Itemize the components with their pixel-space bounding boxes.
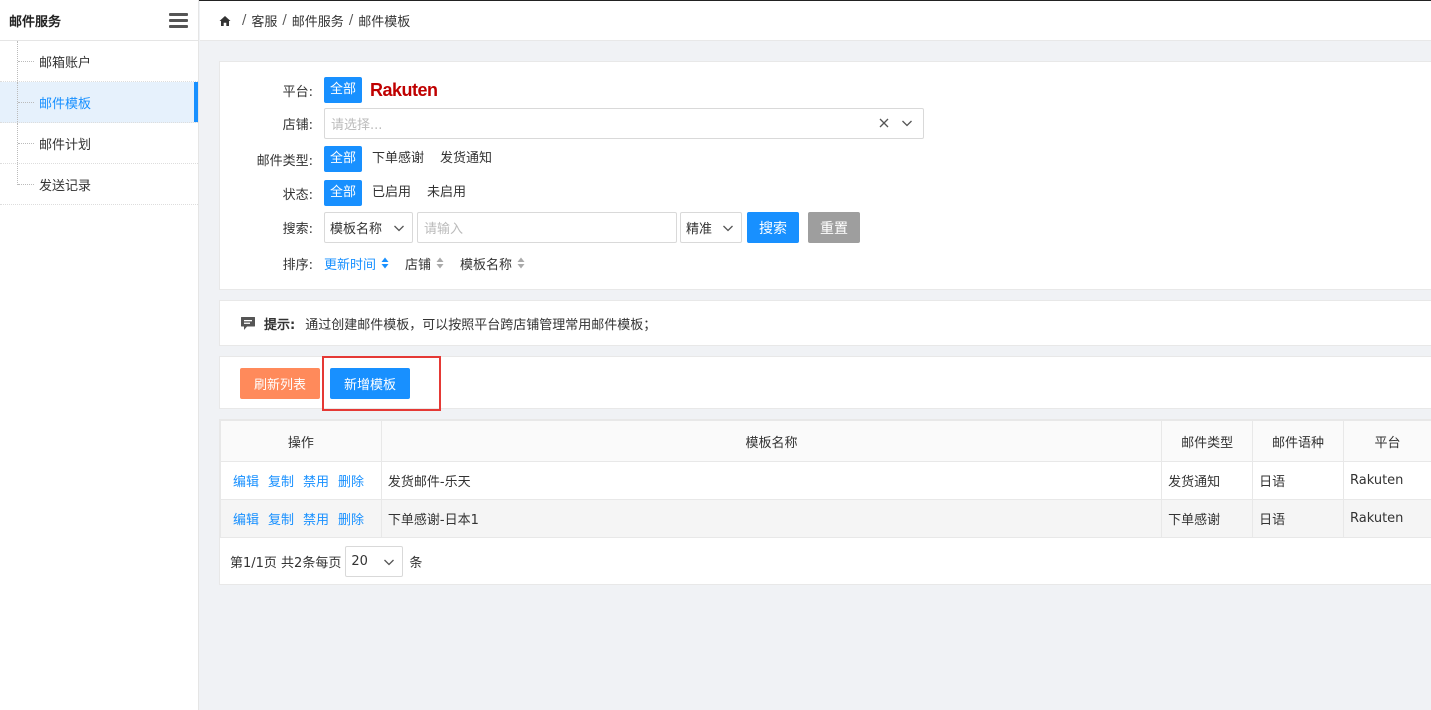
breadcrumb: / 客服 / 邮件服务 / 邮件模板 [200, 1, 1431, 41]
shop-select[interactable]: 请选择... [324, 107, 924, 139]
breadcrumb-current: 邮件模板 [358, 15, 411, 30]
filter-label: 平台: [282, 84, 313, 100]
search-filter: 搜索: 模板名称 请输入 精准 搜索 重置 [220, 212, 860, 243]
mail-type-option-shipping[interactable]: 发货通知 [434, 146, 498, 172]
sidebar-item-label: 邮箱账户 [39, 55, 92, 71]
platform-filter: 平台: 全部 Rakuten [220, 76, 438, 104]
clear-icon[interactable] [877, 116, 891, 130]
template-name-cell: 下单感谢-日本1 [380, 499, 1163, 538]
chevron-down-icon [384, 559, 395, 565]
filter-label: 店铺: [282, 117, 313, 133]
disable-link[interactable]: 禁用 [303, 513, 329, 528]
sort-by-template-name[interactable]: 模板名称 [460, 254, 525, 273]
table-header-row: 操作 模板名称 邮件类型 邮件语种 平台 [220, 420, 1431, 462]
search-input[interactable]: 请输入 [417, 212, 677, 243]
tip-label: 提示: [264, 317, 296, 333]
chevron-down-icon [723, 225, 733, 231]
sidebar-item-mail-templates[interactable]: 邮件模板 [0, 82, 198, 123]
rakuten-logo[interactable]: Rakuten [370, 80, 438, 101]
shop-filter: 店铺: 请选择... [220, 107, 924, 139]
sidebar-header: 邮件服务 [0, 0, 198, 41]
sidebar-item-send-records[interactable]: 发送记录 [0, 164, 198, 205]
delete-link[interactable]: 删除 [338, 475, 364, 490]
mail-language-cell: 日语 [1252, 461, 1344, 500]
sidebar-item-mail-plans[interactable]: 邮件计划 [0, 123, 198, 164]
mail-type-filter: 邮件类型: 全部 下单感谢 发货通知 [220, 145, 502, 173]
status-option-all[interactable]: 全部 [324, 180, 363, 206]
sort-arrows-icon [436, 257, 444, 269]
template-name-cell: 发货邮件-乐天 [380, 461, 1163, 500]
mail-type-option-all[interactable]: 全部 [324, 146, 363, 172]
search-field-select[interactable]: 模板名称 [324, 212, 413, 243]
column-header-mail-type: 邮件类型 [1161, 420, 1254, 462]
row-actions-cell: 编辑 复制 禁用 删除 [220, 499, 382, 538]
platform-cell: Rakuten [1342, 461, 1431, 500]
highlight-annotation [322, 356, 441, 411]
table-row: 编辑 复制 禁用 删除 发货邮件-乐天 发货通知 日语 Rakuten [220, 461, 1431, 500]
sort-by-shop[interactable]: 店铺 [405, 254, 444, 273]
status-option-disabled[interactable]: 未启用 [421, 180, 472, 206]
filter-label: 状态: [282, 187, 313, 203]
sidebar: 邮件服务 邮箱账户 邮件模板 邮件计划 发送记录 [0, 0, 199, 710]
pagination: 第1/1页 共2条每页 20 条 [230, 546, 422, 577]
match-mode-select[interactable]: 精准 [680, 212, 742, 243]
row-actions-cell: 编辑 复制 禁用 删除 [220, 461, 382, 500]
sort-arrows-icon [381, 257, 389, 269]
copy-link[interactable]: 复制 [268, 513, 294, 528]
column-header-platform: 平台 [1342, 420, 1431, 462]
filter-label: 排序: [282, 257, 313, 273]
column-header-template-name: 模板名称 [380, 420, 1163, 462]
page-info: 第1/1页 共2条每页 [230, 556, 342, 571]
page-size-unit: 条 [409, 556, 423, 571]
home-icon[interactable] [219, 15, 231, 27]
search-button[interactable]: 搜索 [747, 212, 799, 243]
breadcrumb-item[interactable]: 邮件服务 [292, 11, 344, 30]
chevron-down-icon [902, 120, 912, 127]
mail-type-cell: 下单感谢 [1161, 499, 1254, 538]
sidebar-item-label: 邮件模板 [39, 96, 92, 112]
chevron-down-icon [394, 225, 404, 231]
status-option-enabled[interactable]: 已启用 [366, 180, 417, 206]
delete-link[interactable]: 删除 [338, 513, 364, 528]
column-header-mail-language: 邮件语种 [1252, 420, 1344, 462]
edit-link[interactable]: 编辑 [233, 513, 259, 528]
status-filter: 状态: 全部 已启用 未启用 [220, 179, 476, 207]
disable-link[interactable]: 禁用 [303, 475, 329, 490]
edit-link[interactable]: 编辑 [233, 475, 259, 490]
template-table-panel: 操作 模板名称 邮件类型 邮件语种 平台 编辑 复制 禁用 删除 发货邮件-乐天 发货… [219, 419, 1431, 585]
tip-bar: 提示: 通过创建邮件模板，可以按照平台跨店铺管理常用邮件模板； [219, 300, 1431, 346]
tip-text: 通过创建邮件模板，可以按照平台跨店铺管理常用邮件模板； [305, 317, 657, 333]
sidebar-item-label: 发送记录 [39, 178, 92, 194]
shop-select-placeholder: 请选择... [331, 117, 383, 133]
copy-link[interactable]: 复制 [268, 475, 294, 490]
reset-button[interactable]: 重置 [808, 212, 860, 243]
page-size-select[interactable]: 20 [345, 546, 404, 577]
sidebar-item-mail-accounts[interactable]: 邮箱账户 [0, 41, 198, 82]
template-table: 操作 模板名称 邮件类型 邮件语种 平台 编辑 复制 禁用 删除 发货邮件-乐天 发货… [220, 420, 1431, 538]
table-row: 编辑 复制 禁用 删除 下单感谢-日本1 下单感谢 日语 Rakuten [220, 499, 1431, 538]
platform-option-all[interactable]: 全部 [324, 77, 363, 103]
mail-type-option-order-thanks[interactable]: 下单感谢 [366, 146, 430, 172]
filter-panel: 平台: 全部 Rakuten 店铺: 请选择... 邮件类型: 全部 下单感谢 … [219, 61, 1431, 290]
refresh-list-button[interactable]: 刷新列表 [240, 368, 320, 399]
filter-label: 搜索: [282, 222, 313, 237]
sidebar-item-label: 邮件计划 [39, 137, 92, 153]
filter-label: 邮件类型: [256, 153, 313, 169]
comment-icon [241, 316, 255, 330]
mail-type-cell: 发货通知 [1161, 461, 1254, 500]
sort-by-updated-time[interactable]: 更新时间 [324, 254, 389, 273]
mail-language-cell: 日语 [1252, 499, 1344, 538]
sidebar-title: 邮件服务 [9, 14, 62, 30]
menu-toggle-icon[interactable] [169, 12, 188, 28]
column-header-actions: 操作 [220, 420, 382, 462]
sort-arrows-icon [517, 257, 525, 269]
sort-bar: 排序: 更新时间 店铺 模板名称 [220, 249, 541, 277]
breadcrumb-item[interactable]: 客服 [251, 11, 277, 30]
platform-cell: Rakuten [1342, 499, 1431, 538]
